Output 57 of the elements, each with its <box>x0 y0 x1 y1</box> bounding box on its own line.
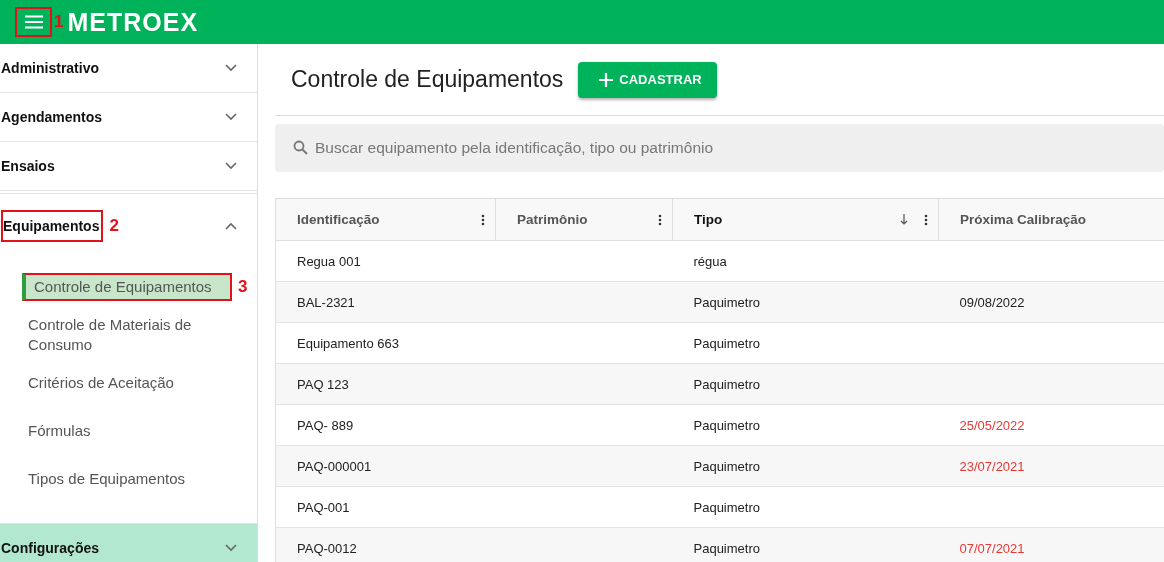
chevron-down-icon <box>225 544 237 552</box>
sidebar-section[interactable]: Equipamentos 2 <box>0 193 257 257</box>
section-label[interactable]: Administrativo <box>1 60 99 76</box>
page-title: Controle de Equipamentos <box>291 66 564 93</box>
section-label[interactable]: Equipamentos <box>1 209 104 242</box>
column-header[interactable]: Próxima Calibração <box>938 198 1164 241</box>
annotation-number: 1 <box>54 12 64 32</box>
column-menu-icon[interactable] <box>658 213 662 226</box>
table-cell: Paquimetro <box>672 363 939 405</box>
column-menu-icon[interactable] <box>924 213 928 226</box>
column-menu-icon[interactable] <box>481 213 485 226</box>
chevron-down-icon <box>225 113 237 121</box>
sort-down-icon[interactable] <box>900 214 908 225</box>
sidebar-item[interactable]: Controle de Materiais de Consumo <box>22 312 218 358</box>
sidebar-item[interactable]: Fórmulas <box>22 418 218 444</box>
table-cell: 07/07/2021 <box>938 527 1164 562</box>
chevron-down-icon <box>225 162 237 170</box>
column-header[interactable]: Patrimônio <box>495 198 673 241</box>
table-cell: Regua 001 <box>275 240 496 282</box>
section-label[interactable]: Configurações <box>1 540 99 556</box>
table-cell: Paquimetro <box>672 527 939 562</box>
table-cell: Paquimetro <box>672 322 939 364</box>
table-cell: Equipamento 663 <box>275 322 496 364</box>
annotation-number: 2 <box>109 215 119 236</box>
plus-icon <box>598 71 615 88</box>
annotation-number: 3 <box>238 277 248 297</box>
table-cell: 23/07/2021 <box>938 445 1164 487</box>
section-label[interactable]: Ensaios <box>1 158 55 174</box>
table-cell: régua <box>672 240 939 282</box>
search-field[interactable]: Buscar equipamento pela identificação, tipo ou patrimônio <box>275 124 1164 172</box>
section-label[interactable]: Agendamentos <box>1 109 103 125</box>
table-cell: PAQ- 889 <box>275 404 496 446</box>
sidebar-item[interactable]: Critérios de Aceitação <box>22 370 218 396</box>
table-cell: PAQ-001 <box>275 486 496 528</box>
column-header[interactable]: Tipo <box>672 198 939 241</box>
logo: METROEX <box>67 7 199 37</box>
sidebar-section[interactable]: Administrativo <box>0 44 257 93</box>
sidebar-item[interactable]: Controle de Equipamentos <box>22 273 232 301</box>
table-cell: PAQ 123 <box>275 363 496 405</box>
sidebar-section[interactable]: Configurações <box>0 524 257 562</box>
table-cell: BAL-2321 <box>275 281 496 323</box>
table-cell: PAQ-0012 <box>275 527 496 562</box>
table-cell: Paquimetro <box>672 404 939 446</box>
table-cell: Paquimetro <box>672 486 939 528</box>
table-cell: PAQ-000001 <box>275 445 496 487</box>
chevron-down-icon <box>225 64 237 72</box>
chevron-up-icon <box>225 221 237 230</box>
table-cell: 09/08/2022 <box>938 281 1164 323</box>
table-cell: Paquimetro <box>672 281 939 323</box>
sidebar-section[interactable]: Agendamentos <box>0 93 257 142</box>
table-cell: Paquimetro <box>672 445 939 487</box>
menu-button[interactable] <box>15 7 52 37</box>
column-header[interactable]: Identificação <box>275 198 496 241</box>
sidebar-item[interactable]: Tipos de Equipamentos <box>22 466 218 492</box>
sidebar-section[interactable]: Ensaios <box>0 142 257 191</box>
table-cell: 25/05/2022 <box>938 404 1164 446</box>
menu-icon <box>24 15 43 29</box>
